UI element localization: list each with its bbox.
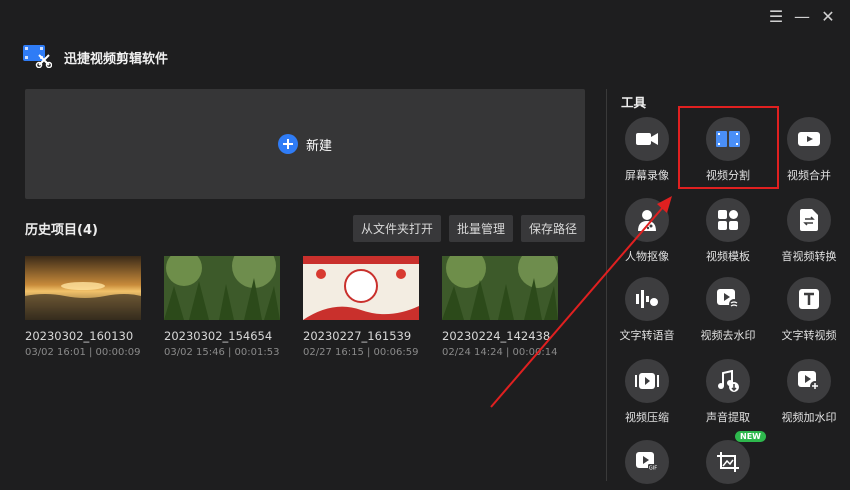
project-item[interactable]: 20230224_142438 02/24 14:24 | 00:00:14	[442, 256, 558, 358]
project-item[interactable]: 20230302_154654 03/02 15:46 | 00:01:53	[164, 256, 280, 358]
tool-video-template[interactable]: 视频模板	[688, 198, 768, 264]
project-list: 20230302_160130 03/02 16:01 | 00:00:09 2…	[25, 256, 558, 358]
tool-video-merge[interactable]: 视频合并	[769, 117, 849, 183]
project-item[interactable]: 20230227_161539 02/27 16:15 | 00:06:59	[303, 256, 419, 358]
history-actions: 从文件夹打开 批量管理 保存路径	[352, 215, 585, 242]
add-watermark-icon	[787, 359, 831, 403]
tool-video-compress[interactable]: 视频压缩	[607, 359, 687, 425]
tool-label: 视频合并	[787, 169, 831, 182]
plus-circle-icon	[277, 134, 298, 154]
svg-text:GIF: GIF	[649, 466, 657, 472]
tool-av-convert[interactable]: 音视频转换	[769, 198, 849, 264]
film-scissors-icon	[22, 42, 53, 72]
tool-label: 人物抠像	[625, 250, 669, 263]
app-header: 迅捷视频剪辑软件	[22, 42, 168, 72]
tool-label: 声音提取	[706, 411, 750, 424]
text-to-video-icon	[787, 277, 831, 321]
project-name: 20230302_160130	[25, 329, 134, 343]
menu-icon[interactable]: ☰	[768, 7, 784, 26]
project-name: 20230224_142438	[442, 329, 551, 343]
tool-label: 视频模板	[706, 250, 750, 263]
project-meta: 02/27 16:15 | 00:06:59	[303, 347, 419, 358]
tool-label: 视频去水印	[700, 329, 756, 342]
project-name: 20230302_154654	[164, 329, 273, 343]
tool-label: 视频加水印	[781, 411, 837, 424]
history-title: 历史项目(4)	[25, 223, 98, 238]
save-path-button[interactable]: 保存路径	[520, 215, 585, 242]
remove-watermark-icon	[706, 277, 750, 321]
tool-label: 文字转语音	[619, 329, 675, 342]
text-to-speech-icon	[625, 277, 669, 321]
tool-screen-record[interactable]: 屏幕录像	[607, 117, 687, 183]
tool-label: 音视频转换	[781, 250, 837, 263]
tools-title: 工具	[621, 95, 647, 110]
gif-icon: GIF	[625, 440, 669, 484]
template-grid-icon	[706, 198, 750, 242]
tool-person-cutout[interactable]: 人物抠像	[607, 198, 687, 264]
convert-file-icon	[787, 198, 831, 242]
project-thumbnail	[442, 256, 558, 320]
person-cutout-icon	[625, 198, 669, 242]
project-item[interactable]: 20230302_160130 03/02 16:01 | 00:00:09	[25, 256, 141, 358]
project-meta: 03/02 16:01 | 00:00:09	[25, 347, 141, 358]
app-title: 迅捷视频剪辑软件	[64, 51, 169, 67]
tool-video-to-gif[interactable]: GIF	[607, 440, 687, 490]
project-meta: 03/02 15:46 | 00:01:53	[164, 347, 280, 358]
tool-label: 文字转视频	[781, 329, 837, 342]
project-thumbnail	[25, 256, 141, 320]
tool-text-to-video[interactable]: 文字转视频	[769, 277, 849, 343]
close-icon[interactable]: ✕	[820, 7, 836, 26]
batch-manage-button[interactable]: 批量管理	[448, 215, 513, 242]
tool-add-watermark[interactable]: 视频加水印	[769, 359, 849, 425]
project-thumbnail	[164, 256, 280, 320]
music-extract-icon	[706, 359, 750, 403]
tool-label: 屏幕录像	[625, 169, 669, 182]
video-compress-icon	[625, 359, 669, 403]
highlight-box	[678, 106, 779, 189]
video-merge-icon	[787, 117, 831, 161]
tool-remove-watermark[interactable]: 视频去水印	[688, 277, 768, 343]
tool-image-crop[interactable]: NEW	[688, 431, 768, 490]
new-badge: NEW	[735, 431, 766, 442]
project-meta: 02/24 14:24 | 00:00:14	[442, 347, 558, 358]
new-project-label: 新建	[305, 138, 332, 154]
open-folder-button[interactable]: 从文件夹打开	[352, 215, 441, 242]
minimize-icon[interactable]: —	[794, 7, 810, 26]
new-project-button[interactable]: 新建	[25, 89, 585, 199]
tool-text-to-speech[interactable]: 文字转语音	[607, 277, 687, 343]
camera-icon	[625, 117, 669, 161]
window-controls: ☰ — ✕	[768, 7, 836, 26]
project-thumbnail	[303, 256, 419, 320]
image-crop-icon: NEW	[706, 431, 766, 484]
project-name: 20230227_161539	[303, 329, 412, 343]
tool-audio-extract[interactable]: 声音提取	[688, 359, 768, 425]
tool-label: 视频压缩	[625, 411, 669, 424]
